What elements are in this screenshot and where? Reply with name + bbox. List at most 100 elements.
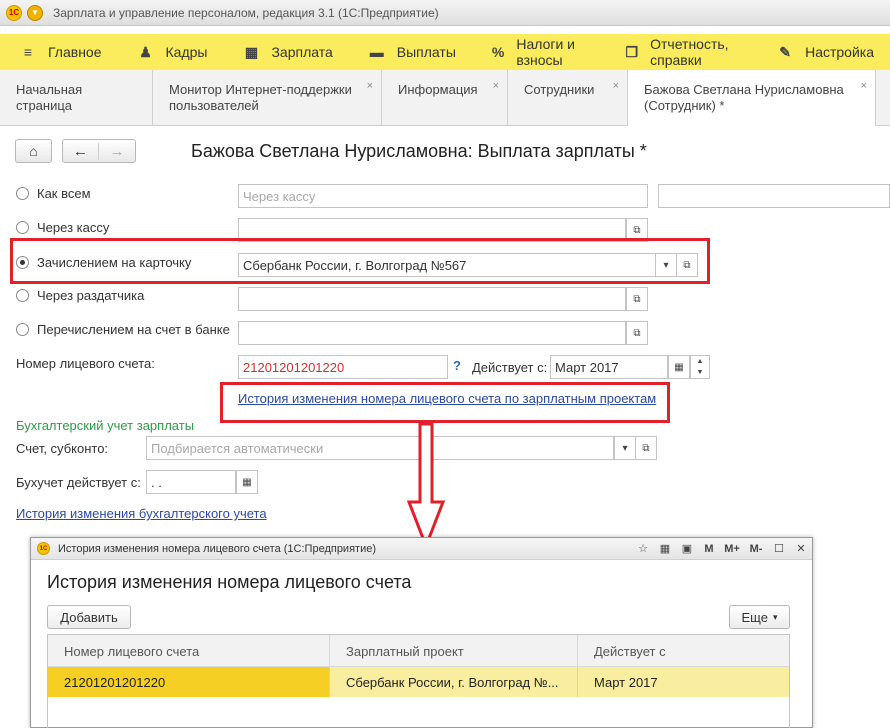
tab-info[interactable]: Информация ×	[382, 70, 508, 126]
close-icon[interactable]: ✕	[790, 538, 812, 560]
tab-label: Информация	[398, 82, 478, 97]
column-header-account[interactable]: Номер лицевого счета	[48, 635, 330, 667]
account-number-label: Номер лицевого счета:	[16, 356, 155, 371]
home-button[interactable]: ⌂	[15, 139, 52, 163]
chevron-down-icon: ▾	[772, 611, 778, 622]
radio-cashbox[interactable]: Через кассу	[16, 220, 109, 235]
tab-employees[interactable]: Сотрудники ×	[508, 70, 628, 126]
month-stepper[interactable]: ▲ ▼	[690, 355, 710, 379]
chevron-down-icon[interactable]: ▾	[614, 436, 636, 460]
close-icon[interactable]: ×	[367, 78, 373, 94]
menu-item-hr[interactable]: ♟ Кадры	[118, 34, 224, 70]
calculator-icon[interactable]: ▦	[654, 538, 676, 560]
open-icon[interactable]: ⧉	[635, 436, 657, 460]
app-window: 1С ▼ Зарплата и управление персоналом, р…	[0, 0, 890, 728]
column-header-valid-from[interactable]: Действует с	[578, 635, 789, 667]
main-menu: ≡ Главное ♟ Кадры ▦ Зарплата ▬ Выплаты % Нало…	[0, 34, 890, 70]
dialog-title-bar: 1С История изменения номера лицевого сче…	[31, 538, 812, 560]
menu-item-reports[interactable]: ❐ Отчетность, справки	[606, 34, 758, 70]
tab-label: Начальная страница	[16, 82, 83, 113]
radio-card[interactable]: Зачислением на карточку	[16, 255, 191, 270]
as-all-method-field: Через кассу	[238, 184, 648, 208]
open-icon[interactable]: ⧉	[626, 287, 648, 311]
account-number-field[interactable]: 21201201201220	[238, 355, 448, 379]
open-icon[interactable]: ⧉	[676, 253, 698, 277]
radio-label: Через раздатчика	[37, 288, 145, 303]
1c-logo-icon: 1С	[37, 542, 50, 555]
distributor-field[interactable]	[238, 287, 626, 311]
salary-project-field[interactable]: Сбербанк России, г. Волгоград №567	[238, 253, 656, 277]
calendar-icon[interactable]: ▣	[676, 538, 698, 560]
form-title: Бажова Светлана Нурисламовна: Выплата за…	[191, 141, 647, 161]
menu-item-label: Отчетность, справки	[650, 36, 729, 68]
radio-button[interactable]	[16, 289, 29, 302]
close-icon[interactable]: ×	[613, 78, 619, 94]
tab-home[interactable]: Начальная страница	[0, 70, 153, 126]
radio-button[interactable]	[16, 187, 29, 200]
table-header: Номер лицевого счета Зарплатный проект Д…	[48, 635, 789, 667]
menu-item-taxes[interactable]: % Налоги и взносы	[472, 34, 606, 70]
account-history-link[interactable]: История изменения номера лицевого счета …	[238, 391, 656, 406]
chevron-down-icon[interactable]: ▾	[655, 253, 677, 277]
close-icon[interactable]: ×	[493, 78, 499, 94]
tab-label: Монитор Интернет-поддержки пользователей	[169, 82, 352, 113]
menu-item-label: Выплаты	[396, 44, 456, 60]
memory-subtract-button[interactable]: M-	[744, 538, 768, 560]
open-icon[interactable]: ⧉	[626, 321, 648, 345]
tab-employee-card[interactable]: Бажова Светлана Нурисламовна (Сотрудник)…	[628, 70, 876, 126]
menu-item-label: Налоги и взносы	[516, 36, 575, 68]
table-cell[interactable]: Сбербанк России, г. Волгоград №...	[330, 667, 578, 697]
maximize-icon[interactable]: ☐	[768, 538, 790, 560]
table-cell[interactable]: 21201201201220	[48, 667, 330, 697]
radio-distributor[interactable]: Через раздатчика	[16, 288, 144, 303]
radio-label: Через кассу	[37, 220, 110, 235]
history-dialog: 1С История изменения номера лицевого сче…	[30, 537, 813, 728]
close-icon[interactable]: ×	[861, 78, 867, 94]
accounting-from-field[interactable]: . .	[146, 470, 236, 494]
people-icon: ♟	[139, 43, 152, 60]
history-table: Номер лицевого счета Зарплатный проект Д…	[47, 634, 790, 728]
app-menu-button[interactable]: ▼	[27, 4, 43, 21]
back-arrow-icon[interactable]: ←	[63, 142, 99, 160]
valid-from-label: Действует с:	[472, 360, 548, 375]
calendar-icon[interactable]: ▦	[236, 470, 258, 494]
table-cell[interactable]: Март 2017	[578, 667, 789, 697]
tab-label: Сотрудники	[524, 82, 595, 97]
valid-from-field[interactable]: Март 2017	[550, 355, 668, 379]
dialog-heading: История изменения номера лицевого счета	[47, 572, 412, 592]
table-row[interactable]: 21201201201220 Сбербанк России, г. Волго…	[48, 667, 789, 697]
menu-item-main[interactable]: ≡ Главное	[0, 34, 118, 70]
bank-account-field[interactable]	[238, 321, 626, 345]
help-icon[interactable]: ?	[453, 358, 461, 373]
radio-button[interactable]	[16, 256, 29, 269]
menu-item-salary[interactable]: ▦ Зарплата	[223, 34, 348, 70]
menu-item-settings[interactable]: ✎ Настройка	[757, 34, 890, 70]
calendar-icon[interactable]: ▦	[668, 355, 690, 379]
add-button[interactable]: Добавить	[47, 605, 131, 629]
radio-label: Как всем	[37, 186, 91, 201]
radio-button[interactable]	[16, 221, 29, 234]
tab-support-monitor[interactable]: Монитор Интернет-поддержки пользователей…	[153, 70, 382, 126]
percent-icon: %	[491, 44, 505, 60]
memory-add-button[interactable]: M+	[720, 538, 744, 560]
home-icon: ⌂	[29, 143, 38, 159]
more-button-label: Еще	[741, 609, 768, 625]
accounting-history-link[interactable]: История изменения бухгалтерского учета	[16, 506, 267, 521]
memory-store-button[interactable]: M	[698, 538, 720, 560]
radio-button[interactable]	[16, 323, 29, 336]
forward-arrow-icon[interactable]: →	[99, 143, 135, 160]
menu-item-label: Кадры	[165, 44, 208, 60]
menu-item-payments[interactable]: ▬ Выплаты	[349, 34, 472, 70]
more-button[interactable]: Еще ▾	[729, 605, 790, 629]
radio-label: Зачислением на карточку	[37, 255, 192, 270]
menu-item-label: Главное	[48, 44, 102, 60]
down-arrow-icon	[406, 422, 446, 550]
radio-bank-transfer[interactable]: Перечислением на счет в банке	[16, 322, 230, 337]
subconto-field[interactable]: Подбирается автоматически	[146, 436, 614, 460]
column-header-project[interactable]: Зарплатный проект	[330, 635, 578, 667]
favorite-icon[interactable]: ☆	[632, 538, 654, 560]
radio-label: Перечислением на счет в банке	[37, 322, 230, 337]
wrench-icon: ✎	[779, 43, 791, 60]
accounting-section-title: Бухгалтерский учет зарплаты	[16, 418, 195, 433]
radio-as-all[interactable]: Как всем	[16, 186, 91, 201]
